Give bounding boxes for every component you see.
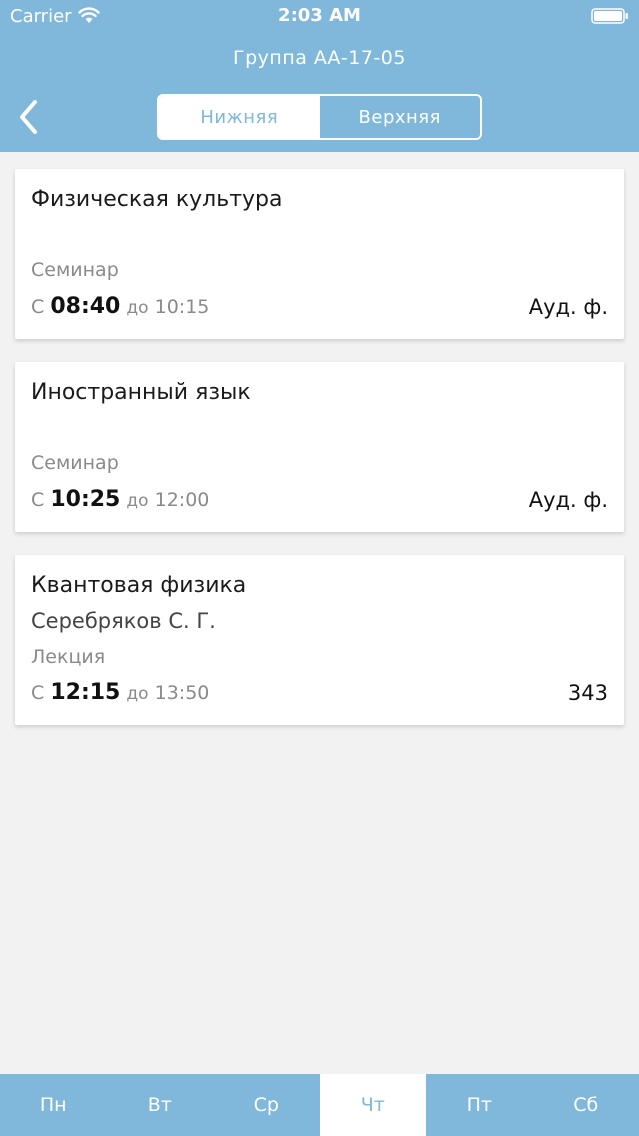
lesson-room: Ауд. ф. [528,488,608,512]
time-from-prefix: С [31,682,45,704]
lesson-room: Ауд. ф. [528,295,608,319]
time-to-prefix: до [126,491,149,511]
battery-icon [591,8,628,24]
lesson-title: Квантовая физика [31,573,247,598]
lesson-card[interactable]: Иностранный язык Семинар С 10:25 до 12:0… [15,362,624,532]
lesson-end-time: 13:50 [154,682,210,704]
lesson-title: Иностранный язык [31,380,251,405]
lesson-type: Лекция [31,646,106,668]
tab-thursday[interactable]: Чт [319,1074,426,1136]
lesson-type: Семинар [31,452,119,474]
lesson-card[interactable]: Физическая культура Семинар С 08:40 до 1… [15,169,624,339]
lesson-start-time: 08:40 [50,294,121,319]
lesson-start-time: 10:25 [50,487,121,512]
tab-friday[interactable]: Пт [426,1074,533,1136]
lesson-teacher: Серебряков С. Г. [31,609,216,633]
week-segmented-control: Нижняя Верхняя [157,94,482,140]
tab-tuesday[interactable]: Вт [107,1074,214,1136]
back-chevron-icon[interactable] [14,96,44,138]
lesson-start-time: 12:15 [50,680,121,705]
page-title: Группа АА-17-05 [233,47,406,69]
clock: 2:03 AM [278,5,361,26]
lesson-card[interactable]: Квантовая физика Серебряков С. Г. Лекция… [15,555,624,725]
lesson-time: С 10:25 до 12:00 [31,487,209,512]
tab-saturday[interactable]: Сб [533,1074,639,1136]
status-bar: Carrier 2:03 AM [0,0,639,34]
tab-wednesday[interactable]: Ср [213,1074,320,1136]
lesson-type: Семинар [31,259,119,281]
lesson-room: 343 [567,681,608,705]
header: Carrier 2:03 AM Группа АА-17-05 Нижняя В… [0,0,639,152]
tab-monday[interactable]: Пн [0,1074,107,1136]
time-from-prefix: С [31,489,45,511]
segment-lower-week[interactable]: Нижняя [159,96,320,138]
time-to-prefix: до [126,298,149,318]
time-to-prefix: до [126,684,149,704]
lesson-end-time: 10:15 [154,296,210,318]
time-from-prefix: С [31,296,45,318]
lesson-time: С 08:40 до 10:15 [31,294,209,319]
lesson-end-time: 12:00 [154,489,210,511]
segment-upper-week[interactable]: Верхняя [319,96,480,138]
lesson-time: С 12:15 до 13:50 [31,680,209,705]
lesson-title: Физическая культура [31,187,283,212]
day-tab-bar: Пн Вт Ср Чт Пт Сб [0,1074,639,1136]
